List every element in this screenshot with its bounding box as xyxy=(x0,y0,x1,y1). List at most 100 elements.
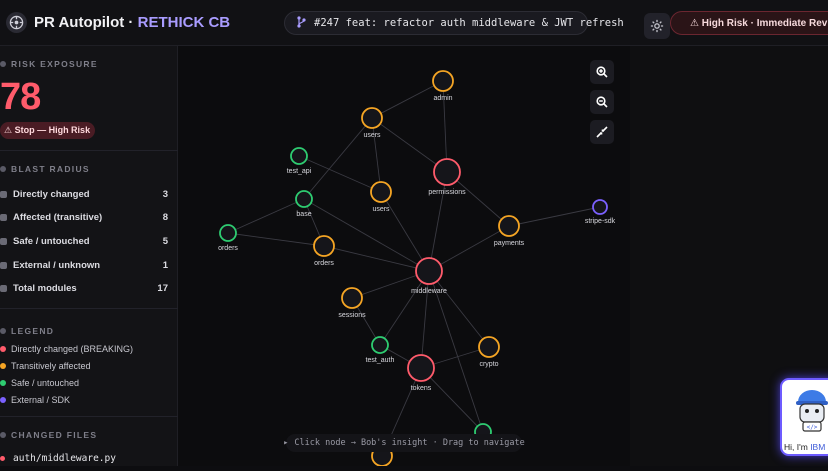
graph-node-admin[interactable]: admin xyxy=(432,70,454,102)
risk-exposure-title: RISK EXPOSURE xyxy=(11,59,98,69)
sidebar: RISK EXPOSURE 78 ⚠ Stop — High Risk BLAS… xyxy=(0,46,178,466)
red-dot-icon xyxy=(0,346,6,352)
node-circle[interactable] xyxy=(371,336,389,354)
gear-icon xyxy=(650,19,664,33)
node-circle[interactable] xyxy=(290,147,308,165)
node-circle[interactable] xyxy=(432,70,454,92)
legend-label: External / SDK xyxy=(11,395,71,405)
changed-dot-icon xyxy=(0,456,5,461)
risk-badge-text: High Risk · Immediate Review xyxy=(701,17,828,29)
app-logo-icon xyxy=(6,12,27,33)
node-circle[interactable] xyxy=(370,181,392,203)
graph-node-test_api[interactable]: test_api xyxy=(287,147,312,175)
node-circle[interactable] xyxy=(313,235,335,257)
greeting-text: Hi, I'm xyxy=(784,442,811,452)
shield-icon xyxy=(0,61,6,67)
risk-status-badge[interactable]: ⚠ High Risk · Immediate Review xyxy=(670,11,828,35)
pr-title: #247 feat: refactor auth middleware & JW… xyxy=(314,17,624,29)
changed-files-title: CHANGED FILES xyxy=(11,430,98,440)
grid-icon xyxy=(0,284,7,292)
node-circle[interactable] xyxy=(341,287,363,309)
risk-score: 78 xyxy=(0,76,41,118)
divider xyxy=(0,416,178,417)
stat-label: Affected (transitive) xyxy=(13,211,103,223)
dependency-graph[interactable]: admin users test_api permissions base users st… xyxy=(178,46,630,467)
app-name: PR Autopilot xyxy=(34,14,125,31)
graph-node-orders_left[interactable]: orders xyxy=(218,224,238,252)
changed-files-heading: CHANGED FILES xyxy=(0,430,97,440)
orange-dot-icon xyxy=(0,363,6,369)
stat-label: External / unknown xyxy=(13,259,101,271)
radar-icon xyxy=(0,166,6,172)
node-label: orders xyxy=(218,245,238,252)
globe-icon xyxy=(0,261,7,269)
node-circle[interactable] xyxy=(433,158,461,186)
node-label: middleware xyxy=(411,288,447,295)
node-circle[interactable] xyxy=(295,190,313,208)
node-label: sessions xyxy=(338,312,366,319)
node-label: orders xyxy=(314,260,334,267)
stat-total: Total modules 17 xyxy=(0,280,168,296)
top-bar: PR Autopilot · RETHICK CB #247 feat: ref… xyxy=(0,0,828,46)
legend-label: Transitively affected xyxy=(11,361,91,371)
stat-value: 8 xyxy=(162,211,168,223)
node-circle[interactable] xyxy=(498,215,520,237)
node-label: users xyxy=(363,132,381,139)
bob-greeting: Hi, I'm IBM xyxy=(784,442,825,452)
node-circle[interactable] xyxy=(592,199,608,215)
stat-value: 3 xyxy=(162,188,168,200)
graph-hint-text: Click node → Bob's insight · Drag to nav… xyxy=(294,438,525,448)
graph-node-users_top[interactable]: users xyxy=(361,107,383,139)
zoom-out-button[interactable] xyxy=(590,90,614,114)
node-circle[interactable] xyxy=(219,224,237,242)
graph-node-orders_mid[interactable]: orders xyxy=(313,235,335,267)
node-circle[interactable] xyxy=(361,107,383,129)
palette-icon xyxy=(0,328,6,334)
node-label: crypto xyxy=(479,361,498,368)
graph-node-stripe[interactable]: stripe-sdk xyxy=(585,199,616,225)
brand-text: IBM xyxy=(810,442,826,452)
zoom-in-button[interactable] xyxy=(590,60,614,84)
dependency-graph-canvas[interactable]: admin users test_api permissions base users st… xyxy=(178,46,630,467)
node-circle[interactable] xyxy=(478,336,500,358)
pencil-icon xyxy=(0,190,7,198)
settings-button[interactable] xyxy=(644,13,670,39)
node-label: tokens xyxy=(411,385,432,392)
collapse-arrows-icon xyxy=(596,126,608,138)
graph-node-users_mid[interactable]: users xyxy=(370,181,392,213)
file-icon xyxy=(0,432,6,438)
node-label: test_api xyxy=(287,168,312,175)
graph-node-sessions[interactable]: sessions xyxy=(338,287,366,319)
pr-selector[interactable]: #247 feat: refactor auth middleware & JW… xyxy=(284,11,624,35)
green-dot-icon xyxy=(0,380,6,386)
purple-dot-icon xyxy=(0,397,6,403)
node-label: admin xyxy=(433,95,452,102)
graph-node-permissions[interactable]: permissions xyxy=(428,158,466,196)
stat-label: Total modules xyxy=(13,282,77,294)
graph-edge xyxy=(420,270,430,369)
changed-file-item[interactable]: auth/middleware.py xyxy=(0,453,116,464)
graph-edge xyxy=(298,155,382,193)
bob-assistant-widget[interactable]: </> Hi, I'm IBM xyxy=(780,378,828,456)
legend-label: Directly changed (BREAKING) xyxy=(11,344,134,354)
graph-edge xyxy=(227,198,305,234)
cursor-icon: ▸ xyxy=(283,438,289,448)
fit-view-button[interactable] xyxy=(590,120,614,144)
stat-label: Safe / untouched xyxy=(13,235,90,247)
legend-item-changed: Directly changed (BREAKING) xyxy=(0,344,133,354)
zoom-in-icon xyxy=(596,66,608,78)
node-circle[interactable] xyxy=(407,354,435,382)
legend-title: LEGEND xyxy=(11,326,55,336)
app-title: PR Autopilot · RETHICK CB xyxy=(34,14,230,31)
risk-badge-label: ⚠ High Risk · Immediate Review xyxy=(690,18,828,29)
graph-edge xyxy=(303,117,373,200)
title-separator: · xyxy=(124,14,138,31)
graph-edge xyxy=(428,171,448,272)
graph-node-base[interactable]: base xyxy=(295,190,313,218)
repo-name: RETHICK CB xyxy=(137,14,231,31)
node-circle[interactable] xyxy=(415,257,443,285)
graph-node-tokens[interactable]: tokens xyxy=(407,354,435,392)
node-label: test_auth xyxy=(366,357,395,364)
stat-value: 5 xyxy=(162,235,168,247)
graph-node-crypto[interactable]: crypto xyxy=(478,336,500,368)
